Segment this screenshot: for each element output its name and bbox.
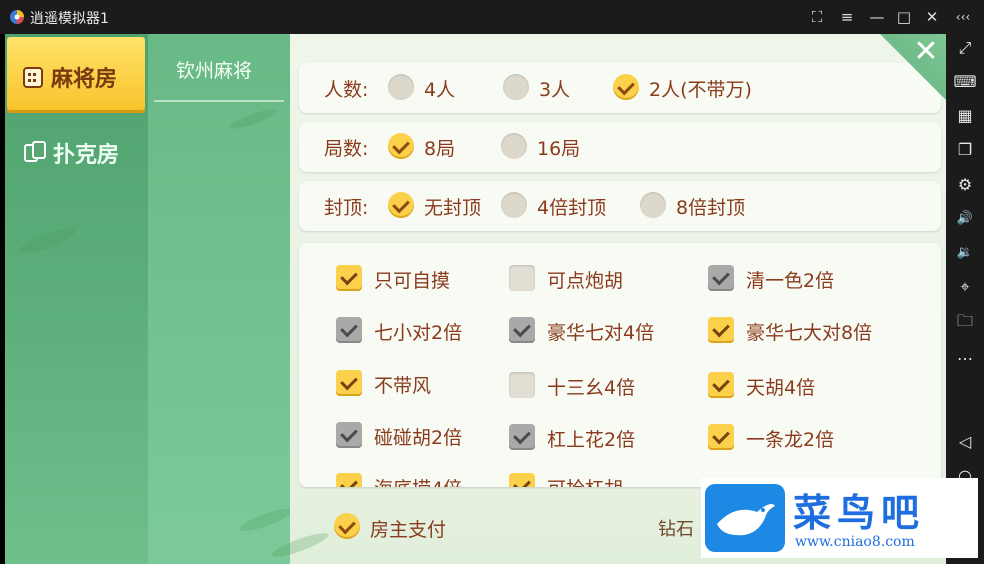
folder-icon[interactable]: 🗀 <box>953 309 977 333</box>
close-dialog-icon[interactable]: ✕ <box>912 37 940 67</box>
checkbox-disabled-checked[interactable] <box>509 424 535 450</box>
game-variant-list: 钦州麻将 <box>148 34 294 564</box>
rule-label: 豪华七对4倍 <box>547 322 655 344</box>
owner-pay-radio[interactable] <box>334 513 360 539</box>
tab-poker-label: 扑克房 <box>53 143 120 168</box>
volume-up-icon[interactable]: 🔊 <box>953 207 977 231</box>
checkbox-checked[interactable] <box>708 317 734 343</box>
rule-label: 一条龙2倍 <box>746 429 835 451</box>
watermark: 菜鸟吧 www.cniao8.com <box>701 478 978 558</box>
variant-label: 钦州麻将 <box>176 60 253 82</box>
players-row: 人数: 4人 3人 2人(不带万) <box>299 63 941 113</box>
option-label: 2人(不带万) <box>649 79 752 101</box>
checkbox-disabled-checked[interactable] <box>336 422 362 448</box>
leaf-decoration <box>227 105 279 133</box>
tab-mahjong-room[interactable]: 麻将房 <box>7 37 145 113</box>
category-sidebar: 麻将房 扑克房 <box>5 34 148 564</box>
settings-icon[interactable]: ⚙ <box>953 173 977 197</box>
divider <box>154 100 284 102</box>
checkbox-disabled-checked[interactable] <box>509 317 535 343</box>
checkbox-checked[interactable] <box>336 370 362 396</box>
radio-button-selected[interactable] <box>388 192 414 218</box>
rule-label: 十三幺4倍 <box>547 377 636 399</box>
watermark-name: 菜鸟吧 <box>793 490 926 535</box>
checkbox-unchecked[interactable] <box>509 372 535 398</box>
option-label: 8倍封顶 <box>676 197 746 219</box>
rounds-label: 局数: <box>324 138 369 160</box>
checkbox-checked[interactable] <box>336 265 362 291</box>
volume-down-icon[interactable]: 🔉 <box>953 241 977 265</box>
watermark-url: www.cniao8.com <box>795 534 915 550</box>
tab-mahjong-label: 麻将房 <box>51 67 118 92</box>
rule-label: 杠上花2倍 <box>547 429 636 451</box>
leaf-decoration <box>237 504 294 536</box>
owner-pay-label: 房主支付 <box>370 519 447 541</box>
radio-button[interactable] <box>501 133 527 159</box>
checkbox-checked[interactable] <box>509 473 535 487</box>
rule-label: 只可自摸 <box>374 270 451 292</box>
radio-button[interactable] <box>501 192 527 218</box>
option-label: 3人 <box>539 79 571 101</box>
rule-label: 清一色2倍 <box>746 270 835 292</box>
fullscreen-icon[interactable]: ⤢ <box>953 36 977 60</box>
leaf-decoration <box>16 224 78 258</box>
checkbox-disabled-checked[interactable] <box>336 317 362 343</box>
option-label: 4人 <box>424 79 456 101</box>
option-label: 16局 <box>537 138 581 160</box>
app-logo-icon <box>10 10 24 24</box>
apk-icon[interactable]: ▦ <box>953 104 977 128</box>
cap-label: 封顶: <box>324 197 369 219</box>
title-bar: 逍遥模拟器1 ⛶ ≡ — □ ✕ ‹‹‹ <box>0 0 984 34</box>
rule-label: 不带风 <box>374 375 432 397</box>
radio-button-selected[interactable] <box>613 74 639 100</box>
rule-label: 豪华七大对8倍 <box>746 322 873 344</box>
cap-row: 封顶: 无封顶 4倍封顶 8倍封顶 <box>299 181 941 231</box>
rule-label: 可点炮胡 <box>547 270 624 292</box>
menu-icon[interactable]: ≡ <box>836 6 858 28</box>
close-icon[interactable]: ✕ <box>921 6 943 28</box>
rules-list: 只可自摸 可点炮胡 清一色2倍 七小对2倍 豪华七对4倍 豪华七大对8倍 不带风… <box>299 243 941 487</box>
checkbox-checked[interactable] <box>336 473 362 487</box>
window-title: 逍遥模拟器1 <box>30 11 109 27</box>
keyboard-icon[interactable]: ⌨ <box>953 70 977 94</box>
multi-window-icon[interactable]: ❐ <box>953 138 977 162</box>
location-icon[interactable]: ⌖ <box>953 275 977 299</box>
maximize-icon[interactable]: □ <box>893 6 915 28</box>
rounds-row: 局数: 8局 16局 <box>299 122 941 172</box>
cards-icon <box>24 141 46 162</box>
checkbox-checked[interactable] <box>708 424 734 450</box>
radio-button[interactable] <box>640 192 666 218</box>
variant-qinzhou-mahjong[interactable]: 钦州麻将 <box>148 34 290 102</box>
rule-label: 天胡4倍 <box>746 377 816 399</box>
players-label: 人数: <box>324 79 369 101</box>
option-label: 4倍封顶 <box>537 197 607 219</box>
collapse-icon[interactable]: ‹‹‹ <box>952 6 974 28</box>
back-icon[interactable]: ◁ <box>953 430 977 454</box>
rule-label: 海底捞4倍 <box>374 474 462 487</box>
checkbox-checked[interactable] <box>708 372 734 398</box>
screenshot-icon[interactable]: ⛶ <box>806 6 828 28</box>
checkbox-disabled-checked[interactable] <box>708 265 734 291</box>
radio-button[interactable] <box>388 74 414 100</box>
rule-label: 可抢杠胡 <box>547 474 623 487</box>
checkbox-unchecked[interactable] <box>509 265 535 291</box>
radio-button-selected[interactable] <box>388 133 414 159</box>
option-label: 无封顶 <box>424 197 482 219</box>
minimize-icon[interactable]: — <box>866 6 888 28</box>
mahjong-tile-icon <box>23 67 43 88</box>
more-icon[interactable]: … <box>953 343 977 367</box>
tab-poker-room[interactable]: 扑克房 <box>7 119 145 195</box>
bird-logo-icon <box>705 484 785 552</box>
radio-button[interactable] <box>503 74 529 100</box>
option-label: 8局 <box>424 138 456 160</box>
rule-label: 七小对2倍 <box>374 322 463 344</box>
diamond-cost-label: 钻石 <box>658 519 694 540</box>
rule-label: 碰碰胡2倍 <box>374 427 463 449</box>
